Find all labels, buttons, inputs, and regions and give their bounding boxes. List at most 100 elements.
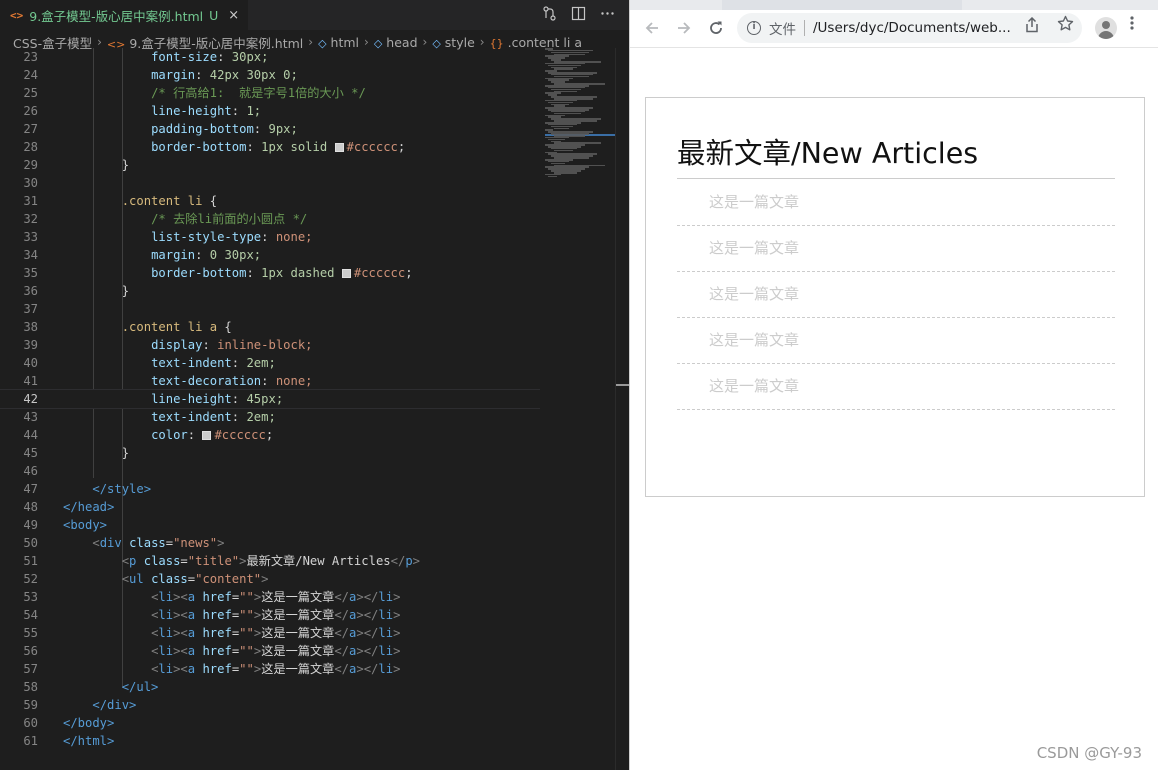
article-link[interactable]: 这是一篇文章 [677, 318, 799, 363]
code-line[interactable]: 61 </html> [0, 732, 540, 750]
back-arrow-icon[interactable] [639, 15, 665, 41]
code-line[interactable]: 45 } [0, 444, 540, 462]
code-line[interactable]: 39 display: inline-block; [0, 336, 540, 354]
article-link[interactable]: 这是一篇文章 [677, 226, 799, 271]
code-token: { [217, 320, 232, 334]
code-line[interactable]: 60 </body> [0, 714, 540, 732]
browser-tab[interactable] [630, 0, 722, 10]
editor-tab-bar: <> 9.盒子模型-版心居中案例.html U × [0, 0, 629, 30]
code-line[interactable]: 51 <p class="title">最新文章/New Articles</p… [0, 552, 540, 570]
code-line[interactable]: 23 font-size: 30px; [0, 48, 540, 66]
color-swatch[interactable] [202, 431, 212, 440]
line-number: 58 [23, 680, 38, 694]
code-line[interactable]: 56 <li><a href="">这是一篇文章</a></li> [0, 642, 540, 660]
code-token: < [121, 554, 130, 568]
code-line[interactable]: 35 border-bottom: 1px dashed #cccccc; [0, 264, 540, 282]
info-icon[interactable]: i [747, 21, 761, 35]
code-line[interactable]: 52 <ul class="content"> [0, 570, 540, 588]
css-property: text-indent [151, 410, 232, 424]
html-attribute-value: "" [239, 626, 254, 640]
code-line[interactable]: 38 .content li a { [0, 318, 540, 336]
code-token: ></ [356, 644, 379, 658]
list-item: 这是一篇文章 [677, 180, 1115, 226]
minimap-line [554, 127, 569, 130]
html-attribute: href [202, 662, 232, 676]
code-line[interactable]: 28 border-bottom: 1px solid #cccccc; [0, 138, 540, 156]
code-line[interactable]: 50 <div class="news"> [0, 534, 540, 552]
code-line[interactable]: 30 [0, 174, 540, 192]
code-token: ; [265, 428, 274, 442]
more-actions-icon[interactable] [600, 6, 615, 25]
code-line[interactable]: 24 margin: 42px 30px 0; [0, 66, 540, 84]
code-line[interactable]: 25 /* 行高给1: 就是字号1倍的大小 */ [0, 84, 540, 102]
code-line[interactable]: 55 <li><a href="">这是一篇文章</a></li> [0, 624, 540, 642]
code-line[interactable]: 40 text-indent: 2em; [0, 354, 540, 372]
css-value: none; [275, 374, 313, 388]
code-line[interactable]: 53 <li><a href="">这是一篇文章</a></li> [0, 588, 540, 606]
code-content: </style> [63, 480, 151, 498]
css-property: border-bottom [151, 266, 247, 280]
code-line[interactable]: 48 </head> [0, 498, 540, 516]
code-token: > [393, 644, 401, 658]
menu-dots-icon[interactable] [1130, 15, 1134, 35]
code-line[interactable]: 32 /* 去除li前面的小圆点 */ [0, 210, 540, 228]
share-icon[interactable] [1025, 16, 1039, 37]
code-line[interactable]: 31 .content li { [0, 192, 540, 210]
html-tag: </body> [63, 716, 115, 730]
color-swatch[interactable] [334, 143, 344, 152]
code-line[interactable]: 54 <li><a href="">这是一篇文章</a></li> [0, 606, 540, 624]
code-token: > [393, 608, 401, 622]
code-line[interactable]: 46 [0, 462, 540, 480]
list-item: 这是一篇文章 [677, 226, 1115, 272]
line-number: 23 [23, 50, 38, 64]
code-line[interactable]: 47 </style> [0, 480, 540, 498]
open-changes-icon[interactable] [542, 5, 557, 25]
code-area[interactable]: 23 font-size: 30px; 24 margin: 42px 30px … [0, 48, 540, 770]
line-number: 43 [23, 410, 38, 424]
code-line[interactable]: 44 color: #cccccc; [0, 426, 540, 444]
html-tag: </div> [92, 698, 137, 712]
code-line[interactable]: 33 list-style-type: none; [0, 228, 540, 246]
minimap[interactable] [545, 48, 615, 178]
html-tag: ul [129, 572, 144, 586]
star-icon[interactable] [1057, 15, 1074, 36]
profile-icon[interactable] [1095, 17, 1117, 39]
close-icon[interactable]: × [228, 8, 239, 23]
code-line[interactable]: 36 } [0, 282, 540, 300]
code-content: <li><a href="">这是一篇文章</a></li> [63, 588, 400, 606]
code-token: : [195, 68, 210, 82]
code-content: margin: 42px 30px 0; [63, 66, 298, 84]
editor-scrollbar[interactable] [615, 48, 629, 770]
code-line[interactable]: 58 </ul> [0, 678, 540, 696]
code-token: ; [397, 140, 406, 154]
code-line[interactable]: 49 <body> [0, 516, 540, 534]
code-content: border-bottom: 1px dashed #cccccc; [63, 264, 413, 282]
line-number: 39 [23, 338, 38, 352]
code-line[interactable]: 37 [0, 300, 540, 318]
news-box: 最新文章/New Articles 这是一篇文章 这是一篇文章 这是一篇文章 这是一篇… [645, 97, 1145, 497]
html-text: 这是一篇文章 [261, 644, 335, 658]
code-line[interactable]: 26 line-height: 1; [0, 102, 540, 120]
code-line[interactable]: 59 </div> [0, 696, 540, 714]
code-line[interactable]: 57 <li><a href="">这是一篇文章</a></li> [0, 660, 540, 678]
editor-tab-active-file[interactable]: <> 9.盒子模型-版心居中案例.html U × [0, 0, 248, 30]
code-line[interactable]: 41 text-decoration: none; [0, 372, 540, 390]
article-link[interactable]: 这是一篇文章 [677, 272, 799, 317]
code-token: < [121, 572, 130, 586]
article-link[interactable]: 这是一篇文章 [677, 364, 799, 409]
code-line[interactable]: 43 text-indent: 2em; [0, 408, 540, 426]
forward-arrow-icon[interactable] [671, 15, 697, 41]
code-line[interactable]: 34 margin: 0 30px; [0, 246, 540, 264]
browser-tab[interactable] [962, 0, 1158, 10]
split-editor-icon[interactable] [571, 6, 586, 25]
html-tag: </style> [92, 482, 152, 496]
code-line[interactable]: 27 padding-bottom: 9px; [0, 120, 540, 138]
address-scheme-label: 文件 [769, 22, 796, 38]
article-link[interactable]: 这是一篇文章 [677, 180, 799, 225]
code-line[interactable]: 42 line-height: 45px; [0, 389, 540, 409]
html-tag: li [158, 662, 174, 676]
reload-icon[interactable] [703, 15, 729, 41]
code-line[interactable]: 29 } [0, 156, 540, 174]
html-text: 这是一篇文章 [261, 590, 335, 604]
color-swatch[interactable] [341, 269, 351, 278]
